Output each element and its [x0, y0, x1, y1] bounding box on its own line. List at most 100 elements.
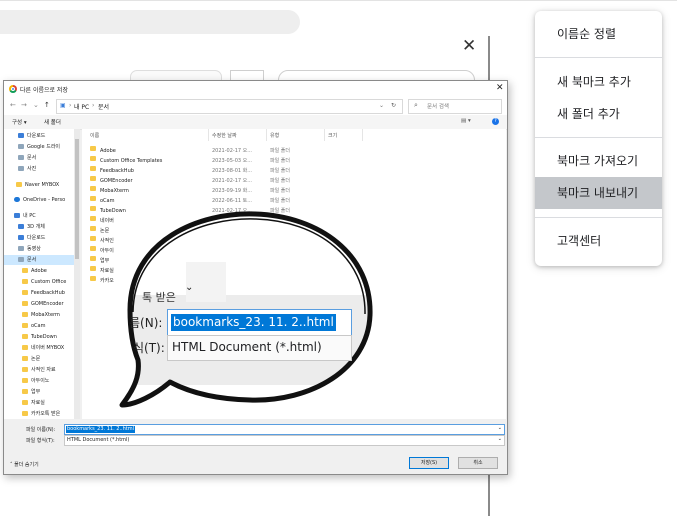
save-button[interactable]: 저장(S) [409, 457, 449, 469]
scrollbar-thumb[interactable] [75, 139, 79, 259]
menu-item-import-bookmarks[interactable]: 북마크 가져오기 [535, 145, 662, 177]
zoom-partial-text: 톡 받은 [142, 291, 176, 304]
nav-item[interactable]: Naver MYBOX [16, 180, 59, 190]
dropdown-icon[interactable]: ⌄ [33, 101, 39, 109]
menu-item-sort-by-name[interactable]: 이름순 정렬 [535, 18, 662, 50]
file-row[interactable]: FeedbackHub 2023-08-01 화... 파일 폴더 [82, 166, 362, 176]
top-divider [0, 0, 677, 1]
column-header-date[interactable]: 수정한 날짜 [212, 132, 237, 139]
folder-icon [90, 236, 96, 241]
chrome-icon [9, 85, 17, 93]
file-row[interactable]: Adobe 2021-02-17 오... 파일 폴더 [82, 146, 362, 156]
nav-item[interactable]: 아두이노 [22, 376, 49, 386]
nav-item[interactable]: GOMEncoder [22, 299, 64, 309]
search-icon: ⌕ [414, 101, 418, 109]
menu-separator [535, 57, 662, 58]
chevron-down-icon[interactable]: ⌄ [498, 425, 502, 431]
breadcrumb-documents[interactable]: 문서 [98, 102, 109, 111]
nav-item[interactable]: Adobe [22, 266, 47, 276]
dialog-title: 다른 이름으로 저장 [20, 87, 68, 94]
download-icon [18, 235, 24, 240]
menu-item-add-bookmark[interactable]: 새 북마크 추가 [535, 66, 662, 98]
help-icon[interactable]: ? [492, 118, 499, 125]
file-type-select[interactable]: HTML Document (*.html) ⌄ [64, 435, 505, 446]
folder-icon [22, 345, 28, 350]
menu-item-customer-center[interactable]: 고객센터 [535, 225, 662, 257]
zoom-chevron-down-icon: ⌄ [185, 282, 194, 293]
new-folder-button[interactable]: 새 폴더 [44, 118, 61, 126]
nav-item[interactable]: 3D 개체 [18, 222, 45, 232]
folder-icon [90, 216, 96, 221]
folder-icon [22, 268, 28, 273]
column-separator[interactable] [362, 129, 363, 141]
nav-item[interactable]: FeedbackHub [22, 288, 65, 298]
folder-icon [22, 279, 28, 284]
chevron-down-icon: ⌄ [497, 436, 502, 442]
folder-icon [22, 356, 28, 361]
search-input[interactable]: ⌕ 문서 검색 [408, 99, 502, 114]
dialog-titlebar: 다른 이름으로 저장 ✕ [4, 81, 507, 97]
nav-item[interactable]: 동영상 [18, 244, 41, 254]
back-arrow-icon[interactable]: ← [10, 101, 16, 109]
column-header-type[interactable]: 유형 [270, 132, 279, 139]
nav-item[interactable]: TubeDown [22, 332, 57, 342]
file-row[interactable]: MobaXterm 2023-09-19 화... 파일 폴더 [82, 186, 362, 196]
nav-item[interactable]: 문서 [18, 153, 36, 163]
sort-arrow-icon: ˄ [142, 129, 145, 133]
file-name-input[interactable]: bookmarks_23. 11. 2..html ⌄ [64, 424, 505, 435]
breadcrumb-pc[interactable]: 내 PC [74, 102, 89, 111]
column-header-name[interactable]: 이름 [90, 132, 99, 139]
forward-arrow-icon[interactable]: → [21, 101, 27, 109]
folder-icon [90, 176, 96, 181]
navigation-pane: 다운로드 Google 드라이 문서 사진 Naver MYBOX OneDri… [4, 129, 74, 419]
menu-item-add-folder[interactable]: 새 폴더 추가 [535, 98, 662, 130]
folder-icon [90, 226, 96, 231]
nav-item[interactable]: 자료실 [22, 398, 45, 408]
nav-item[interactable]: MobaXterm [22, 310, 60, 320]
nav-item[interactable]: 사적인 자료 [22, 365, 56, 375]
video-icon [18, 246, 24, 251]
organize-button[interactable]: 구성 ▾ [12, 118, 27, 126]
folder-icon [90, 166, 96, 171]
nav-item[interactable]: 카카오톡 받은 [22, 409, 60, 419]
file-name-value: bookmarks_23. 11. 2..html [66, 426, 136, 433]
chevron-down-icon[interactable]: ⌄ [379, 102, 384, 109]
folder-icon [22, 400, 28, 405]
zoom-file-name-label: 름(N): [129, 316, 163, 330]
nav-item[interactable]: 네이버 MYBOX [22, 343, 64, 353]
chevron-right-icon: › [92, 102, 95, 109]
cloud-icon [14, 197, 20, 202]
column-separator[interactable] [208, 129, 209, 141]
nav-item[interactable]: 사진 [18, 164, 36, 174]
nav-item[interactable]: oCam [22, 321, 46, 331]
nav-item[interactable]: OneDrive - Perso [14, 195, 65, 205]
hide-folders-toggle[interactable]: ˄ 폴더 숨기기 [10, 461, 39, 468]
folder-icon [90, 206, 96, 211]
column-separator[interactable] [266, 129, 267, 141]
zoom-file-name-input: bookmarks_23. 11. 2..html [167, 309, 352, 337]
close-icon[interactable]: ✕ [462, 36, 476, 56]
view-options-icon[interactable]: ▤ ▾ [461, 118, 471, 124]
folder-icon [22, 301, 28, 306]
nav-item[interactable]: Custom Office [22, 277, 66, 287]
nav-scrollbar[interactable] [74, 129, 80, 419]
nav-item[interactable]: 다운로드 [18, 131, 45, 141]
nav-item[interactable]: Google 드라이 [18, 142, 60, 152]
up-arrow-icon[interactable]: ↑ [44, 101, 50, 109]
column-header-size[interactable]: 크기 [328, 132, 337, 139]
cancel-button[interactable]: 취소 [458, 457, 498, 469]
nav-item-selected[interactable]: 문서 [4, 255, 74, 265]
address-bar[interactable]: ▣ › 내 PC › 문서 ⌄ ↻ [56, 99, 403, 114]
refresh-icon[interactable]: ↻ [391, 102, 396, 109]
file-row[interactable]: GOMEncoder 2021-02-17 오... 파일 폴더 [82, 176, 362, 186]
nav-item[interactable]: 논문 [22, 354, 40, 364]
file-row[interactable]: Custom Office Templates 2023-05-03 오... 파일… [82, 156, 362, 166]
nav-item[interactable]: 다운로드 [18, 233, 45, 243]
menu-item-export-bookmarks[interactable]: 북마크 내보내기 [535, 177, 662, 209]
zoom-file-type-select: HTML Document (*.html) [167, 335, 352, 361]
column-separator[interactable] [324, 129, 325, 141]
dialog-close-icon[interactable]: ✕ [496, 83, 504, 93]
nav-item[interactable]: 업무 [22, 387, 40, 397]
folder-icon [22, 290, 28, 295]
nav-item[interactable]: 내 PC [14, 211, 36, 221]
